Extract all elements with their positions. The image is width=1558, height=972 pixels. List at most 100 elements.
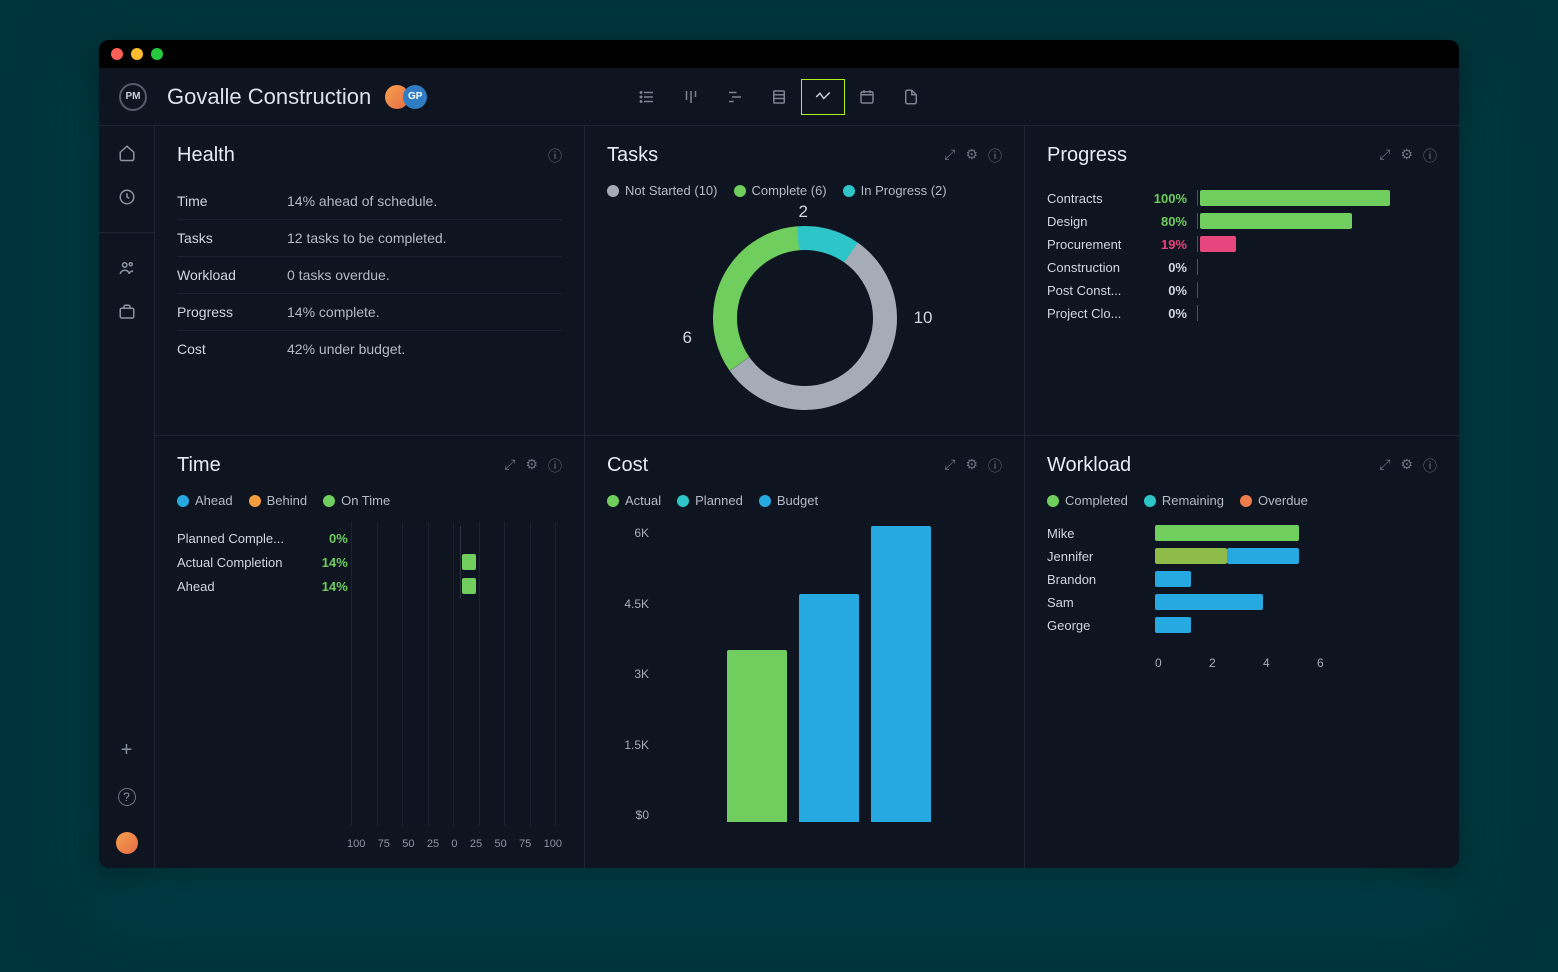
legend-item[interactable]: Actual [607,493,661,508]
legend-item[interactable]: Budget [759,493,818,508]
window-zoom-button[interactable] [151,48,163,60]
expand-icon[interactable]: ⤢ [1379,456,1390,476]
cost-bar-actual [727,650,787,822]
portfolio-icon[interactable] [118,303,136,321]
add-button[interactable]: + [121,739,133,762]
view-dashboard-button[interactable] [801,79,845,115]
progress-name: Contracts [1047,191,1143,206]
view-calendar-button[interactable] [845,79,889,115]
window-minimize-button[interactable] [131,48,143,60]
legend-swatch [249,495,261,507]
legend-item[interactable]: Remaining [1144,493,1224,508]
time-track [356,554,562,570]
health-value: 14% ahead of schedule. [287,193,437,209]
health-value: 12 tasks to be completed. [287,230,447,246]
workload-track [1155,571,1437,587]
cost-bar-chart: 6K4.5K3K1.5K$0 [607,518,1002,850]
window-close-button[interactable] [111,48,123,60]
view-gantt-button[interactable] [713,79,757,115]
donut-callout: 10 [914,308,933,328]
gear-icon[interactable]: ⚙ [965,456,978,476]
health-key: Time [177,193,287,209]
axis-tick: 50 [402,838,414,850]
legend-label: Ahead [195,493,233,508]
view-sheet-button[interactable] [757,79,801,115]
recent-icon[interactable] [118,188,136,206]
legend-item[interactable]: Ahead [177,493,233,508]
progress-row: Post Const... 0% [1047,282,1437,298]
donut-callout: 6 [683,328,692,348]
view-toolbar [625,79,933,115]
progress-name: Post Const... [1047,283,1143,298]
card-help-icon[interactable]: ⓘ [1423,456,1437,476]
card-help-icon[interactable]: ⓘ [1423,146,1437,166]
card-title: Progress [1047,144,1127,167]
card-help-icon[interactable]: ⓘ [548,146,562,166]
legend-item[interactable]: Planned [677,493,743,508]
card-help-icon[interactable]: ⓘ [988,456,1002,476]
workload-axis: 0246 [1155,656,1437,670]
legend-swatch [323,495,335,507]
expand-icon[interactable]: ⤢ [504,456,515,476]
user-avatar[interactable] [116,832,138,854]
legend-item[interactable]: Overdue [1240,493,1308,508]
axis-tick: 1.5K [607,738,649,752]
top-bar: PM Govalle Construction GP [99,68,1459,126]
progress-percent: 0% [1143,260,1187,275]
legend-item[interactable]: Complete (6) [734,183,827,198]
legend-item[interactable]: In Progress (2) [843,183,947,198]
card-title: Workload [1047,454,1131,477]
axis-tick: 75 [519,838,531,850]
progress-percent: 19% [1143,237,1187,252]
legend-label: Not Started (10) [625,183,718,198]
home-icon[interactable] [118,144,136,162]
gear-icon[interactable]: ⚙ [525,456,538,476]
team-icon[interactable] [118,259,136,277]
project-members[interactable]: GP [385,85,427,109]
legend-item[interactable]: Not Started (10) [607,183,718,198]
time-row: Planned Comple... 0% [177,530,562,546]
legend-swatch [1047,495,1059,507]
expand-icon[interactable]: ⤢ [944,456,955,476]
axis-tick: 100 [347,838,365,850]
gear-icon[interactable]: ⚙ [965,146,978,166]
time-axis: 1007550250255075100 [347,838,562,850]
axis-tick: $0 [607,808,649,822]
time-name: Ahead [177,579,305,594]
health-row: Time 14% ahead of schedule. [177,183,562,220]
legend-item[interactable]: Behind [249,493,307,508]
legend-item[interactable]: Completed [1047,493,1128,508]
axis-tick: 0 [1155,656,1209,670]
progress-track [1197,236,1437,252]
avatar: GP [403,85,427,109]
health-value: 0 tasks overdue. [287,267,390,283]
workload-name: Brandon [1047,572,1155,587]
axis-tick: 100 [544,838,562,850]
legend-swatch [177,495,189,507]
axis-tick: 50 [494,838,506,850]
view-board-button[interactable] [669,79,713,115]
progress-percent: 0% [1143,283,1187,298]
view-list-button[interactable] [625,79,669,115]
card-help-icon[interactable]: ⓘ [548,456,562,476]
card-help-icon[interactable]: ⓘ [988,146,1002,166]
legend-item[interactable]: On Time [323,493,390,508]
workload-row: Sam [1047,594,1437,610]
axis-tick: 25 [470,838,482,850]
app-logo[interactable]: PM [119,83,147,111]
health-key: Workload [177,267,287,283]
gear-icon[interactable]: ⚙ [1400,146,1413,166]
health-row: Workload 0 tasks overdue. [177,257,562,294]
gear-icon[interactable]: ⚙ [1400,456,1413,476]
help-icon[interactable]: ? [118,788,136,806]
project-title: Govalle Construction [167,84,371,110]
workload-segment [1155,548,1227,564]
card-title: Health [177,144,235,167]
health-value: 14% complete. [287,304,380,320]
workload-track [1155,548,1437,564]
axis-tick: 6 [1317,656,1371,670]
view-files-button[interactable] [889,79,933,115]
expand-icon[interactable]: ⤢ [944,146,955,166]
cost-bar-budget [871,526,931,822]
expand-icon[interactable]: ⤢ [1379,146,1390,166]
